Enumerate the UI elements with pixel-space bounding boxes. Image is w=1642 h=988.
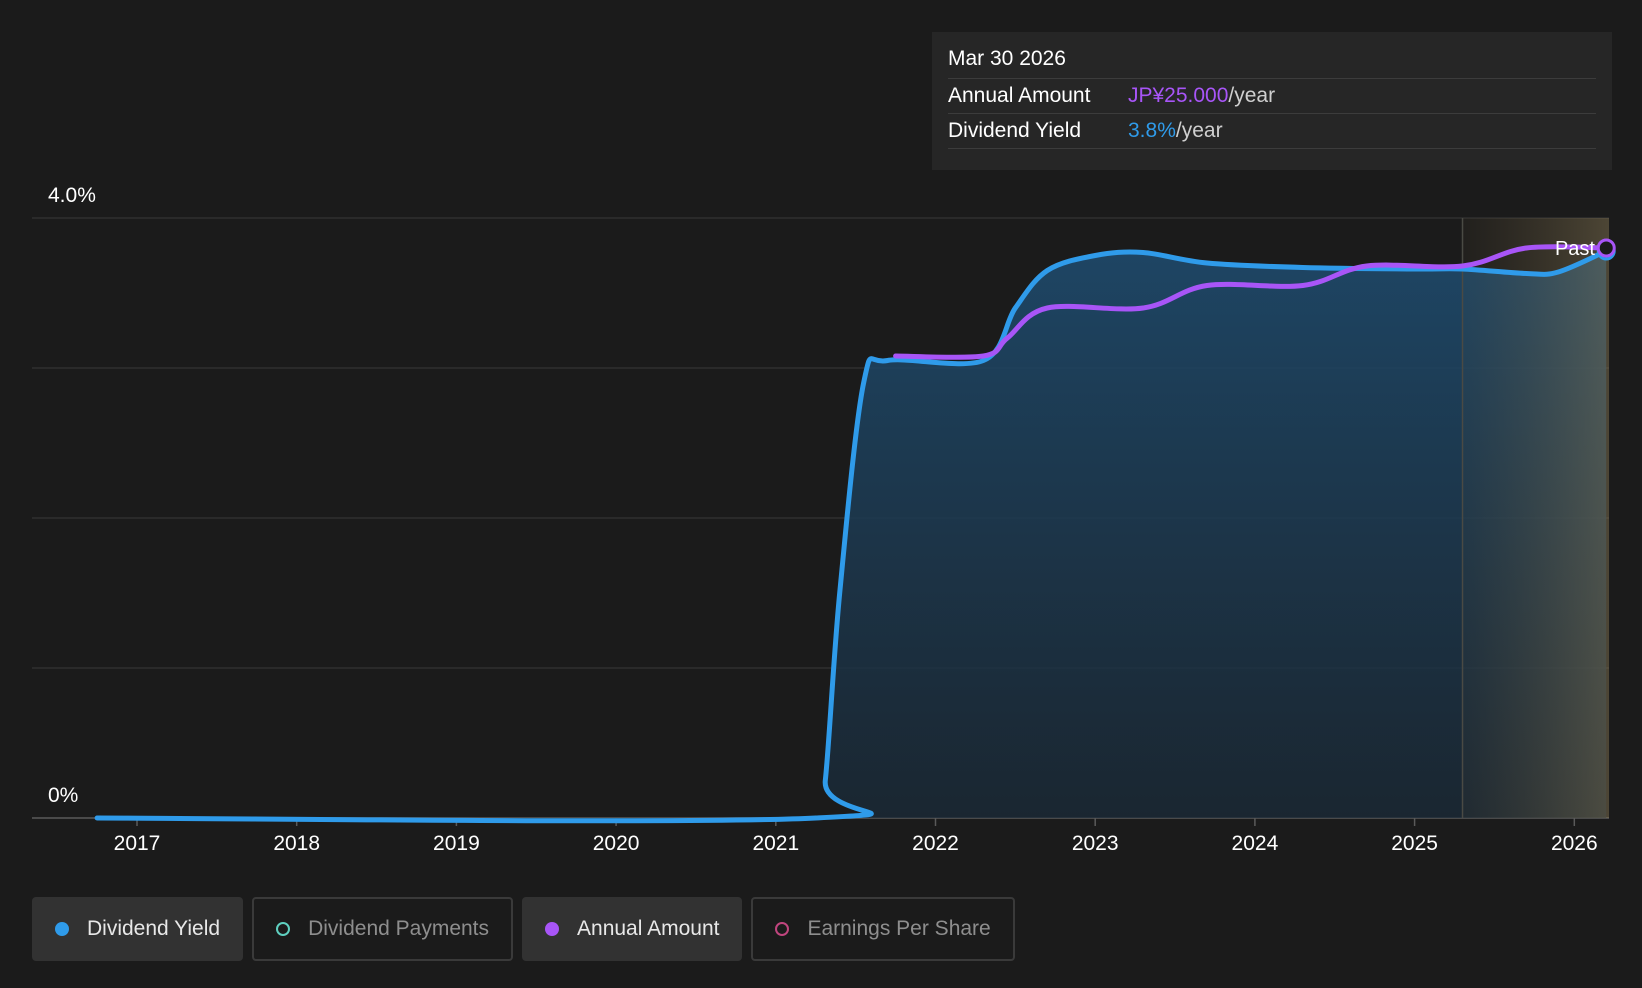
- x-tick-label: 2019: [433, 832, 480, 855]
- x-tick-label: 2021: [752, 832, 799, 855]
- dividend-payments-dot-icon: [276, 922, 291, 936]
- tooltip-unit-dividend-yield: /year: [1175, 119, 1223, 142]
- x-tick-label: 2022: [912, 832, 959, 855]
- y-tick-label: 4.0%: [48, 184, 96, 207]
- legend-item-earnings-per-share[interactable]: Earnings Per Share: [751, 897, 1015, 961]
- tooltip-label-annual-amount: Annual Amount: [948, 84, 1091, 107]
- tooltip-row-annual-amount: Annual Amount JP¥25.000 /year: [948, 79, 1596, 114]
- x-tick-label: 2024: [1232, 832, 1279, 855]
- legend-label-dividend-yield: Dividend Yield: [87, 917, 221, 940]
- x-tick-label: 2025: [1391, 832, 1438, 855]
- tooltip-date: Mar 30 2026: [948, 44, 1596, 79]
- x-tick-label: 2017: [114, 832, 161, 855]
- x-tick-label: 2018: [273, 832, 320, 855]
- tooltip-value-dividend-yield: 3.8%: [1128, 119, 1176, 142]
- tooltip-unit-annual-amount: /year: [1228, 84, 1276, 107]
- dividend-yield-dot-icon: [55, 922, 69, 936]
- y-tick-label: 0%: [48, 784, 78, 807]
- forecast-region: [1462, 218, 1609, 818]
- tooltip-row-dividend-yield: Dividend Yield 3.8% /year: [948, 114, 1596, 149]
- dividend-yield-area: [97, 251, 1607, 821]
- tooltip-label-dividend-yield: Dividend Yield: [948, 119, 1082, 142]
- chart-legend: Dividend Yield Dividend Payments Annual …: [32, 897, 1015, 961]
- annual-amount-dot-icon: [545, 922, 560, 936]
- legend-item-dividend-yield[interactable]: Dividend Yield: [32, 897, 244, 961]
- x-tick-label: 2023: [1072, 832, 1119, 855]
- legend-label-dividend-payments: Dividend Payments: [308, 917, 490, 940]
- x-tick-label: 2026: [1551, 832, 1598, 855]
- chart-tooltip: Mar 30 2026 Annual Amount JP¥25.000 /yea…: [932, 32, 1612, 170]
- forecast-label: Past: [1555, 238, 1595, 260]
- legend-item-dividend-payments[interactable]: Dividend Payments: [252, 897, 514, 961]
- legend-label-annual-amount: Annual Amount: [577, 917, 720, 940]
- legend-label-earnings-per-share: Earnings Per Share: [807, 917, 991, 940]
- annual-amount-end-point: [1596, 238, 1616, 258]
- earnings-per-share-dot-icon: [775, 922, 790, 936]
- tooltip-value-annual-amount: JP¥25.000: [1128, 84, 1229, 107]
- x-tick-label: 2020: [593, 832, 640, 855]
- legend-item-annual-amount[interactable]: Annual Amount: [522, 897, 743, 961]
